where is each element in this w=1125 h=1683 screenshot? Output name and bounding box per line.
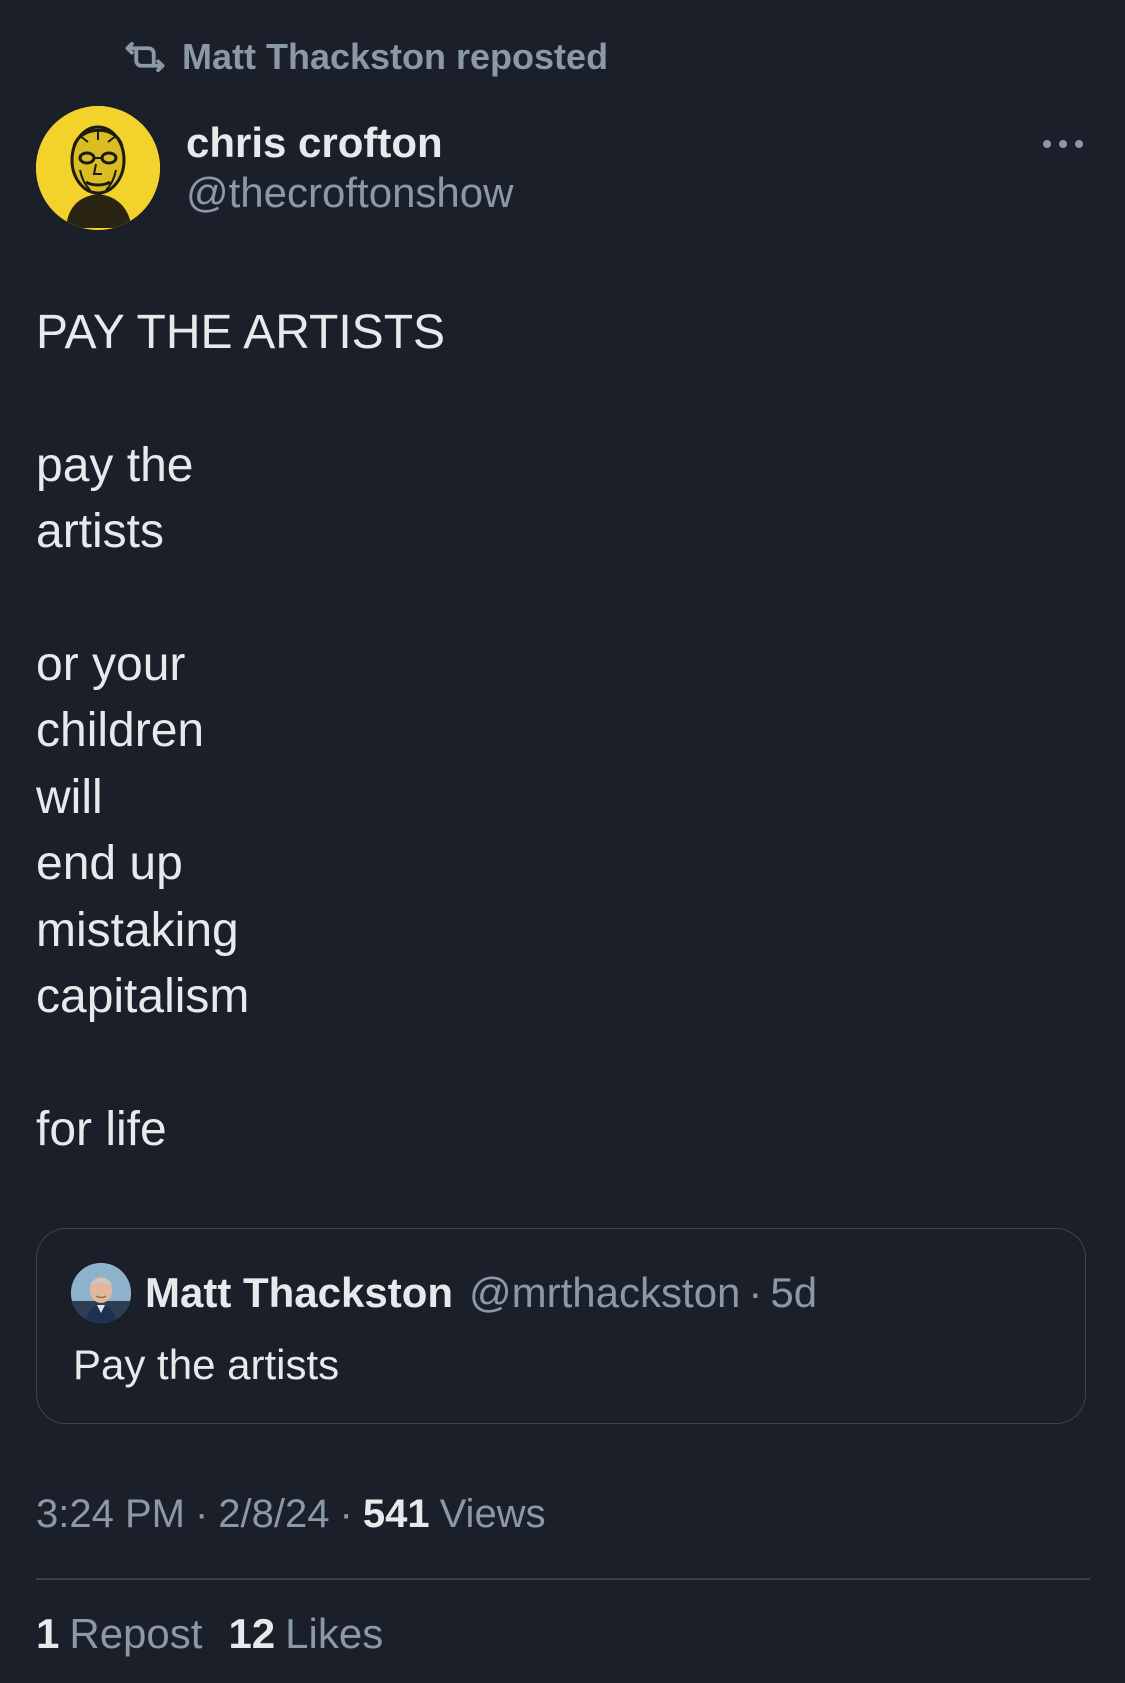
post-line: artists bbox=[36, 505, 165, 558]
post-line: capitalism bbox=[36, 970, 250, 1023]
separator-dot: · bbox=[339, 1492, 353, 1536]
author-name[interactable]: chris crofton bbox=[186, 118, 513, 168]
post-line: or your bbox=[36, 637, 186, 691]
post-paragraph: or your children will end up mistaking c… bbox=[36, 632, 1076, 1031]
likes-label: Likes bbox=[285, 1610, 384, 1657]
repost-icon bbox=[124, 36, 166, 78]
more-options-icon[interactable] bbox=[1041, 132, 1085, 156]
post-line: children bbox=[36, 704, 205, 757]
reposts-stat[interactable]: 1 Repost bbox=[36, 1610, 202, 1658]
post-time[interactable]: 3:24 PM bbox=[36, 1492, 185, 1537]
post-date[interactable]: 2/8/24 bbox=[218, 1492, 329, 1537]
post-paragraph: pay the artists bbox=[36, 433, 1076, 566]
post-line: end up bbox=[36, 837, 183, 890]
author-handle[interactable]: @thecroftonshow bbox=[186, 168, 513, 218]
author-block: chris crofton @thecroftonshow bbox=[36, 106, 513, 230]
post-text: PAY THE ARTISTS pay the artists or your … bbox=[36, 300, 1076, 1163]
quoted-post[interactable]: Matt Thackston @mrthackston · 5d Pay the… bbox=[36, 1228, 1086, 1424]
post-line: pay the bbox=[36, 438, 194, 492]
author-avatar[interactable] bbox=[36, 106, 160, 230]
engagement-stats: 1 Repost 12 Likes bbox=[36, 1610, 383, 1658]
quoted-author-avatar bbox=[71, 1263, 131, 1323]
repost-text: Matt Thackston reposted bbox=[182, 36, 609, 77]
post-metadata: 3:24 PM · 2/8/24 · 541 Views bbox=[36, 1492, 546, 1537]
separator-dot: · bbox=[194, 1492, 209, 1536]
likes-count: 12 bbox=[228, 1610, 276, 1657]
views-label[interactable]: Views bbox=[440, 1492, 546, 1537]
post-line: will bbox=[36, 770, 103, 824]
reposts-count: 1 bbox=[36, 1610, 60, 1657]
divider bbox=[36, 1578, 1090, 1580]
post-line: mistaking bbox=[36, 903, 239, 957]
quoted-author-handle: @mrthackston bbox=[469, 1269, 741, 1316]
repost-indicator[interactable]: Matt Thackston reposted bbox=[124, 36, 608, 78]
reposts-label: Repost bbox=[69, 1610, 203, 1657]
quoted-post-time: 5d bbox=[770, 1269, 818, 1316]
views-count[interactable]: 541 bbox=[363, 1492, 430, 1537]
post-heading: PAY THE ARTISTS bbox=[36, 306, 446, 359]
post-line: for life bbox=[36, 1102, 167, 1156]
quoted-author-name: Matt Thackston bbox=[145, 1269, 454, 1316]
separator-dot: · bbox=[748, 1269, 763, 1316]
quoted-post-text: Pay the artists bbox=[73, 1341, 340, 1388]
likes-stat[interactable]: 12 Likes bbox=[228, 1610, 383, 1658]
